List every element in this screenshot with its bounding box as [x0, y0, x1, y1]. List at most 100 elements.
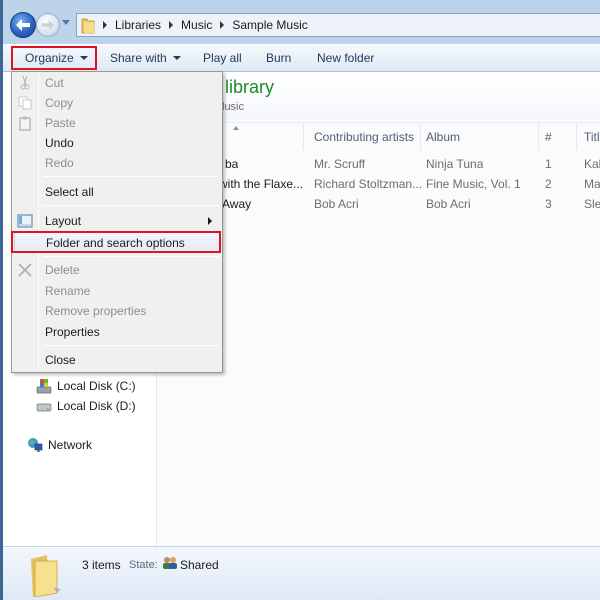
- clipboard-icon: [19, 116, 31, 131]
- column-divider[interactable]: [538, 123, 539, 150]
- file-title: Ma: [584, 177, 600, 191]
- menu-item-label: Copy: [45, 96, 74, 110]
- file-row[interactable]: ba Mr. Scruff Ninja Tuna 1 Kal: [158, 154, 600, 174]
- menu-separator: [43, 345, 219, 346]
- column-divider[interactable]: [303, 123, 304, 150]
- back-button[interactable]: [10, 12, 36, 38]
- folder-icon: [31, 555, 61, 597]
- details-pane: 3 items State: Shared: [3, 546, 600, 600]
- network-icon: [28, 438, 43, 452]
- file-artist: Bob Acri: [314, 197, 359, 211]
- menu-item-label: Delete: [45, 263, 80, 277]
- menu-item-label: Redo: [45, 156, 74, 170]
- menu-separator: [43, 205, 219, 206]
- sort-ascending-icon: [233, 126, 239, 130]
- drive-icon: [36, 403, 52, 412]
- library-header: library lusic: [158, 72, 600, 120]
- menu-item-remove-properties[interactable]: Remove properties: [14, 301, 220, 321]
- menu-item-properties[interactable]: Properties: [14, 322, 220, 342]
- organize-menu: Cut Copy Paste Undo Redo Select all Layo…: [11, 71, 223, 373]
- column-header-number[interactable]: #: [545, 130, 552, 144]
- chevron-down-icon: [172, 56, 181, 60]
- nav-item-local-disk-d[interactable]: Local Disk (D:): [36, 398, 136, 414]
- file-track-number: 2: [545, 177, 552, 191]
- play-all-button[interactable]: Play all: [203, 51, 242, 65]
- menu-separator: [43, 256, 219, 257]
- share-with-button[interactable]: Share with: [110, 51, 181, 65]
- address-bar[interactable]: Libraries Music Sample Music: [76, 13, 600, 37]
- system-drive-icon: [36, 379, 52, 394]
- menu-item-label: Undo: [45, 136, 74, 150]
- file-artist: Richard Stoltzman...: [314, 177, 423, 191]
- column-header-title[interactable]: Titl: [584, 130, 600, 144]
- file-album: Ninja Tuna: [426, 157, 484, 171]
- file-name: ba: [225, 157, 239, 171]
- new-folder-button[interactable]: New folder: [317, 51, 374, 65]
- scissors-icon: [20, 75, 30, 90]
- recent-pages-dropdown[interactable]: [62, 20, 70, 25]
- copy-icon: [18, 96, 32, 110]
- submenu-arrow-icon: [208, 217, 212, 225]
- file-track-number: 3: [545, 197, 552, 211]
- share-with-label: Share with: [110, 51, 167, 65]
- menu-item-label: Select all: [45, 185, 94, 199]
- menu-item-label: Properties: [45, 325, 100, 339]
- menu-item-label: Rename: [45, 284, 91, 298]
- file-album: Fine Music, Vol. 1: [426, 177, 521, 191]
- nav-item-local-disk-c[interactable]: Local Disk (C:): [36, 378, 136, 394]
- file-list-pane: library lusic Contributing artists Album…: [158, 72, 600, 546]
- local-disk-d-label: Local Disk (D:): [57, 399, 136, 413]
- nav-item-network[interactable]: Network: [27, 437, 92, 453]
- column-divider[interactable]: [576, 123, 577, 150]
- column-header-contributing-artists[interactable]: Contributing artists: [314, 130, 414, 144]
- item-count: 3 items: [82, 558, 121, 572]
- column-divider[interactable]: [420, 123, 421, 150]
- delete-x-icon: [18, 263, 32, 277]
- menu-item-label: Remove properties: [45, 304, 147, 318]
- layout-icon: [17, 214, 33, 228]
- state-label: State:: [129, 559, 158, 571]
- column-header-album[interactable]: Album: [426, 130, 460, 144]
- shared-users-icon: [163, 557, 177, 569]
- burn-button[interactable]: Burn: [266, 51, 291, 65]
- explorer-window: Libraries Music Sample Music Organize Sh…: [0, 0, 600, 600]
- library-subtitle: lusic: [222, 101, 245, 113]
- state-value: Shared: [180, 558, 219, 572]
- local-disk-c-label: Local Disk (C:): [57, 379, 136, 393]
- library-title: library: [225, 77, 275, 97]
- file-row[interactable]: Away Bob Acri Bob Acri 3 Sle: [158, 194, 600, 214]
- menu-item-undo[interactable]: Undo: [14, 133, 220, 153]
- file-artist: Mr. Scruff: [314, 157, 366, 171]
- menu-item-cut[interactable]: Cut: [14, 73, 220, 93]
- menu-item-delete[interactable]: Delete: [14, 260, 220, 280]
- file-name: with the Flaxe...: [219, 177, 304, 191]
- file-title: Sle: [584, 197, 600, 211]
- network-label: Network: [48, 438, 93, 452]
- breadcrumb-sample-music[interactable]: Sample Music: [232, 18, 307, 32]
- breadcrumb: Libraries Music Sample Music: [103, 18, 308, 32]
- breadcrumb-libraries[interactable]: Libraries: [115, 18, 161, 32]
- menu-item-paste[interactable]: Paste: [14, 113, 220, 133]
- forward-button[interactable]: [36, 13, 60, 37]
- breadcrumb-arrow-icon[interactable]: [103, 21, 107, 29]
- menu-separator: [43, 176, 219, 177]
- file-row[interactable]: with the Flaxe... Richard Stoltzman... F…: [158, 174, 600, 194]
- menu-item-select-all[interactable]: Select all: [14, 182, 220, 202]
- forward-arrow-icon: [41, 19, 55, 31]
- menu-item-label: Layout: [45, 214, 82, 228]
- file-name: Away: [222, 197, 252, 211]
- menu-item-close[interactable]: Close: [14, 350, 220, 370]
- folder-icon: [81, 18, 95, 34]
- file-title: Kal: [584, 157, 600, 171]
- breadcrumb-arrow-icon[interactable]: [220, 21, 225, 29]
- menu-item-rename[interactable]: Rename: [14, 281, 220, 301]
- menu-item-copy[interactable]: Copy: [14, 93, 220, 113]
- breadcrumb-music[interactable]: Music: [181, 18, 212, 32]
- menu-item-layout[interactable]: Layout: [14, 211, 220, 231]
- file-track-number: 1: [545, 157, 552, 171]
- menu-item-label: Paste: [45, 116, 76, 130]
- breadcrumb-arrow-icon[interactable]: [169, 21, 174, 29]
- file-album: Bob Acri: [426, 197, 471, 211]
- navigation-bar: Libraries Music Sample Music: [6, 10, 600, 40]
- menu-item-redo[interactable]: Redo: [14, 153, 220, 173]
